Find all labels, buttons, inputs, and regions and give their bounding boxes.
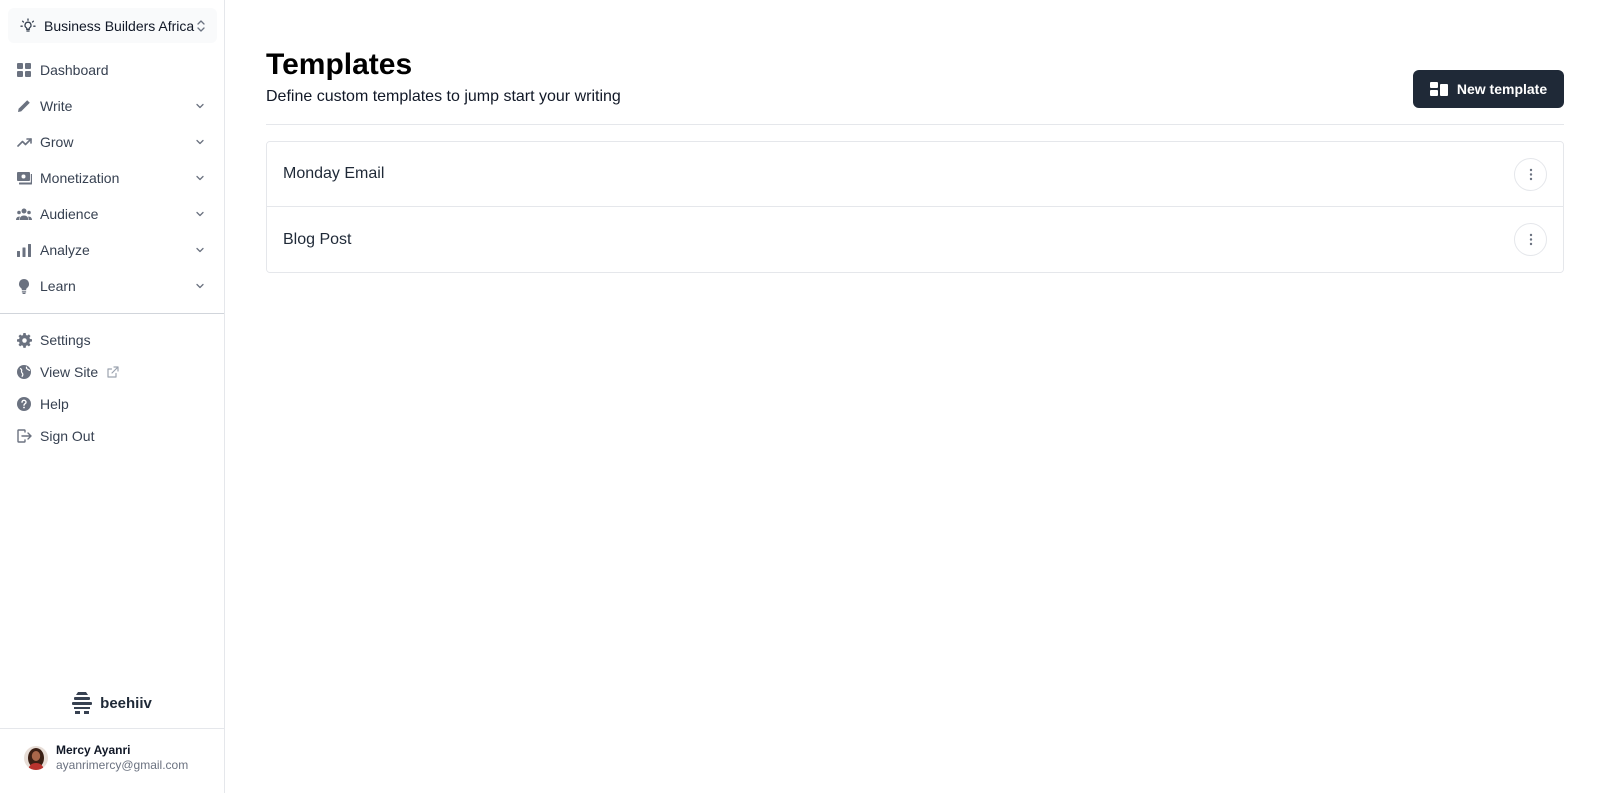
publication-name: Business Builders Africa	[44, 17, 195, 34]
templates-list: Monday Email Blog Post	[266, 141, 1564, 273]
nav-item-audience[interactable]: Audience	[0, 196, 224, 232]
lightbulb-icon	[20, 17, 36, 34]
lightbulb-icon	[16, 278, 32, 294]
user-profile[interactable]: Mercy Ayanri ayanrimercy@gmail.com	[24, 743, 188, 773]
chevron-down-icon	[194, 136, 206, 148]
nav-item-monetization[interactable]: Monetization	[0, 160, 224, 196]
pencil-icon	[16, 98, 32, 114]
page-subtitle: Define custom templates to jump start yo…	[266, 88, 621, 105]
nav-item-grow[interactable]: Grow	[0, 124, 224, 160]
nav-item-label: Help	[40, 396, 69, 412]
user-info: Mercy Ayanri ayanrimercy@gmail.com	[56, 743, 188, 773]
sign-out-icon	[16, 428, 32, 444]
dashboard-grid-icon	[16, 62, 32, 78]
nav-item-sign-out[interactable]: Sign Out	[0, 420, 224, 452]
user-name: Mercy Ayanri	[56, 743, 131, 757]
sidebar: Business Builders Africa Dashboard Write	[0, 0, 225, 793]
user-email: ayanrimercy@gmail.com	[56, 758, 189, 772]
sidebar-divider	[0, 313, 224, 314]
nav-item-learn[interactable]: Learn	[0, 268, 224, 304]
cash-icon	[16, 170, 32, 186]
kebab-menu-icon	[1529, 233, 1532, 246]
nav-item-label: Settings	[40, 332, 91, 348]
chevron-up-down-icon	[195, 19, 207, 33]
new-template-button[interactable]: New template	[1413, 70, 1564, 108]
app: Business Builders Africa Dashboard Write	[0, 0, 1600, 793]
chevron-down-icon	[194, 208, 206, 220]
template-name: Blog Post	[283, 230, 352, 248]
chevron-down-icon	[194, 280, 206, 292]
nav-item-label: Dashboard	[40, 62, 109, 78]
trending-up-icon	[16, 134, 32, 150]
nav-item-settings[interactable]: Settings	[0, 324, 224, 356]
bar-chart-icon	[16, 242, 32, 258]
nav-item-help[interactable]: Help	[0, 388, 224, 420]
nav-item-label: View Site	[40, 364, 99, 380]
new-template-label: New template	[1456, 81, 1548, 97]
gear-icon	[16, 332, 32, 348]
nav-item-label: Write	[40, 98, 73, 114]
brand-name: beehiiv	[100, 694, 152, 712]
external-link-icon	[106, 365, 119, 379]
template-name: Monday Email	[283, 165, 385, 182]
header-divider	[266, 124, 1564, 125]
nav-item-label: Grow	[40, 134, 74, 150]
template-icon	[1429, 82, 1448, 96]
list-item[interactable]: Blog Post	[267, 207, 1563, 272]
chevron-down-icon	[194, 172, 206, 184]
question-icon	[16, 396, 32, 412]
nav-item-label: Audience	[40, 206, 99, 222]
list-item[interactable]: Monday Email	[267, 142, 1563, 207]
users-icon	[16, 206, 32, 222]
nav-item-label: Analyze	[40, 242, 90, 258]
nav-item-label: Monetization	[40, 170, 120, 186]
chevron-down-icon	[194, 244, 206, 256]
nav-item-label: Sign Out	[40, 428, 95, 444]
page-title: Templates	[266, 48, 413, 81]
nav-item-analyze[interactable]: Analyze	[0, 232, 224, 268]
chevron-down-icon	[194, 100, 206, 112]
nav-item-label: Learn	[40, 278, 76, 294]
publication-switcher[interactable]: Business Builders Africa	[8, 8, 217, 43]
nav-item-dashboard[interactable]: Dashboard	[0, 52, 224, 88]
nav-item-write[interactable]: Write	[0, 88, 224, 124]
more-options-button[interactable]	[1514, 223, 1547, 256]
user-divider	[0, 728, 224, 729]
nav-item-view-site[interactable]: View Site	[0, 356, 224, 388]
beehiiv-logo-icon	[72, 692, 93, 714]
kebab-menu-icon	[1529, 168, 1532, 180]
main-nav: Dashboard Write Grow Monetization Audien…	[0, 52, 224, 304]
secondary-nav: Settings View Site Help Sign Out	[0, 324, 224, 452]
more-options-button[interactable]	[1514, 157, 1547, 191]
avatar	[24, 746, 48, 770]
brand-logo: beehiiv	[0, 690, 224, 716]
globe-icon	[16, 364, 32, 380]
